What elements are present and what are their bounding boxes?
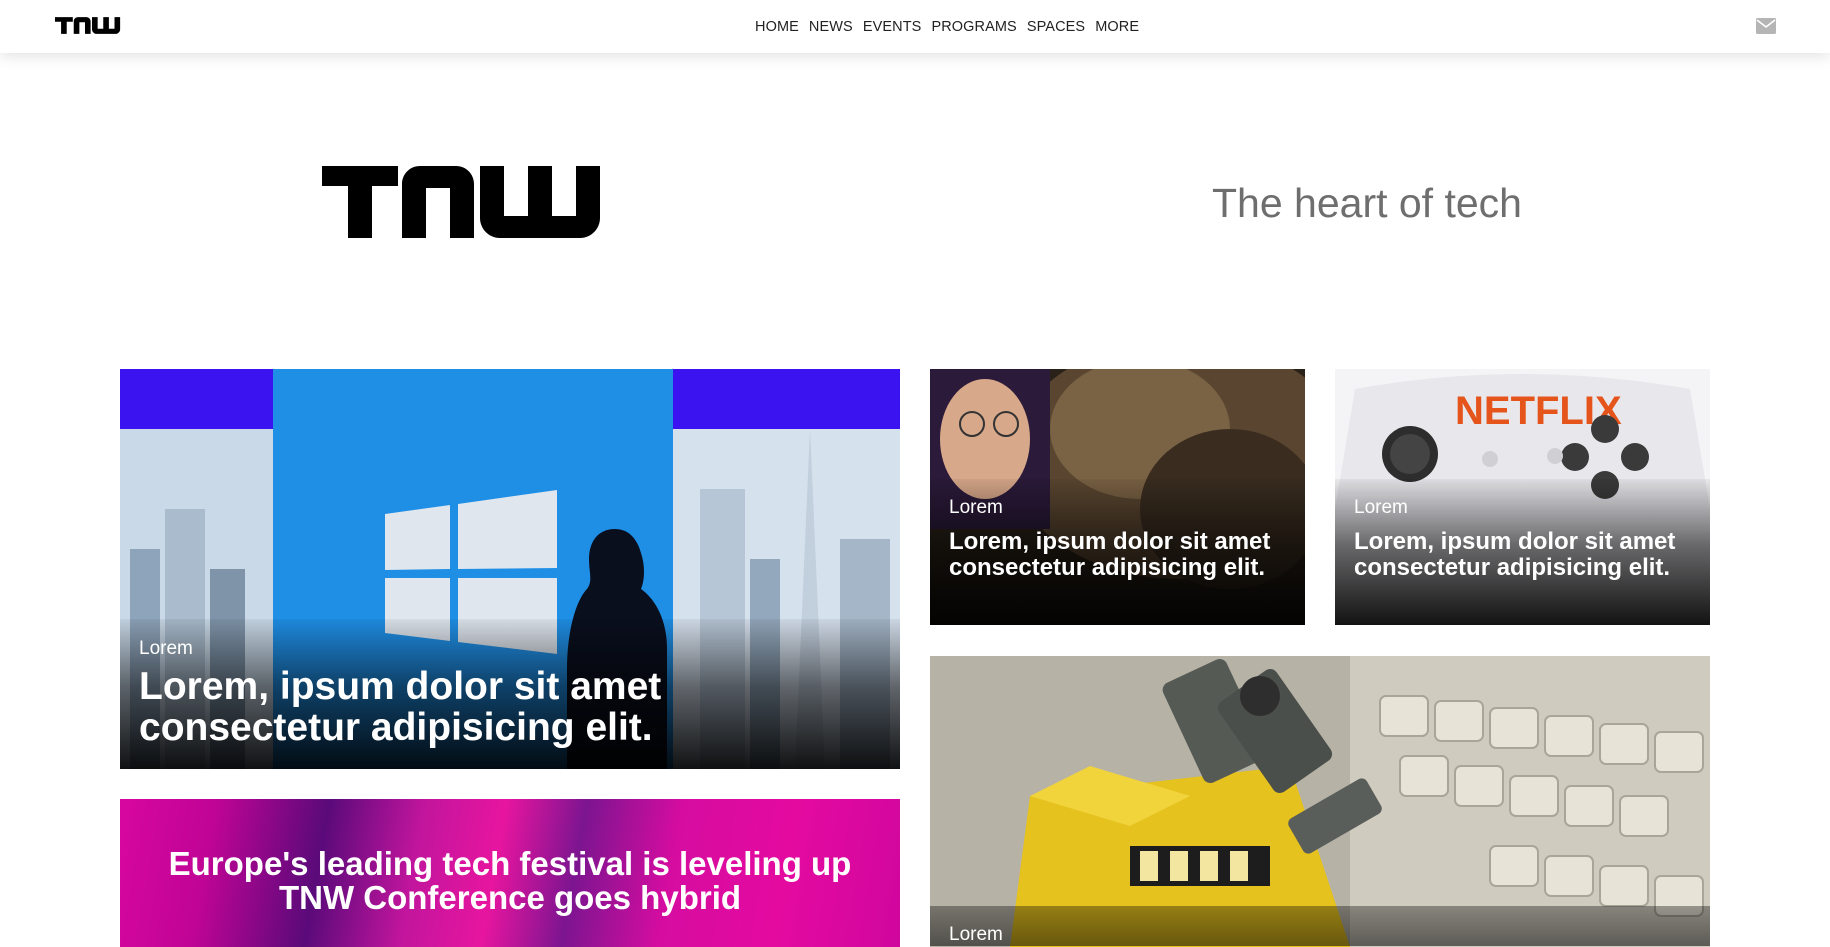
promo-line-2: TNW Conference goes hybrid xyxy=(278,878,742,916)
nav-news[interactable]: NEWS xyxy=(809,19,853,35)
feature-card-small[interactable]: Lorem Lorem, ipsum dolor sit amet consec… xyxy=(930,369,1305,625)
card-title[interactable]: Lorem, ipsum dolor sit amet consectetur … xyxy=(949,529,1279,581)
feature-card-small[interactable]: NETFLIX Lorem Lorem, ipsum dolor sit ame… xyxy=(1335,369,1710,625)
hero-tnw-logo xyxy=(322,166,600,238)
feature-card-large[interactable]: Lorem Lorem, ipsum dolor sit amet consec… xyxy=(120,369,900,769)
card-title[interactable]: Lorem, ipsum dolor sit amet consectetur … xyxy=(1354,529,1684,581)
wall-e-keyboard-photo xyxy=(930,656,1710,947)
card-category: Lorem xyxy=(1354,497,1408,518)
feature-card-wide[interactable]: Lorem xyxy=(930,656,1710,947)
promo-text: Europe's leading tech festival is leveli… xyxy=(120,847,900,915)
top-nav: HOME NEWS EVENTS PROGRAMS SPACES MORE xyxy=(0,0,1830,53)
card-title[interactable]: Lorem, ipsum dolor sit amet consectetur … xyxy=(139,666,819,748)
nav-home[interactable]: HOME xyxy=(755,19,799,35)
main-nav: HOME NEWS EVENTS PROGRAMS SPACES MORE xyxy=(755,0,1149,53)
card-category: Lorem xyxy=(949,497,1003,518)
tnw-logo[interactable] xyxy=(55,16,122,35)
conference-promo-banner[interactable]: Europe's leading tech festival is leveli… xyxy=(120,799,900,947)
card-category: Lorem xyxy=(949,924,1003,945)
nav-more[interactable]: MORE xyxy=(1095,19,1139,35)
tagline: The heart of tech xyxy=(1212,180,1522,226)
nav-programs[interactable]: PROGRAMS xyxy=(931,19,1016,35)
nav-spaces[interactable]: SPACES xyxy=(1027,19,1085,35)
nav-events[interactable]: EVENTS xyxy=(863,19,922,35)
card-shade xyxy=(930,906,1710,946)
promo-line-1: Europe's leading tech festival is leveli… xyxy=(168,845,852,882)
card-category: Lorem xyxy=(139,638,193,659)
envelope-icon[interactable] xyxy=(1756,18,1776,34)
